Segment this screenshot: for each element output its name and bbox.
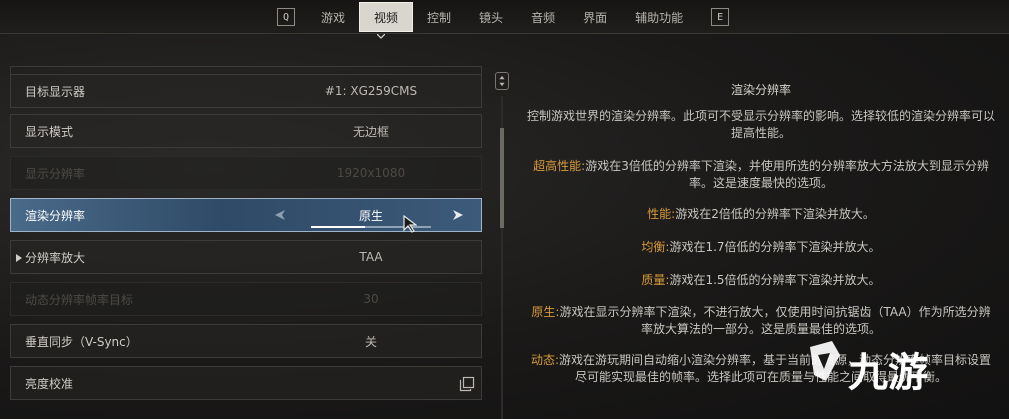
- option-text: 游戏在3倍低的分辨率下渲染，并使用所选的分辨率放大方法放大到显示分辨率。这是速度…: [585, 159, 989, 190]
- tab-audio[interactable]: 音频: [517, 0, 569, 34]
- setting-brightness-calibration[interactable]: 亮度校准: [10, 366, 482, 400]
- description-option-native: 原生:游戏在显示分辨率下渲染，不进行放大，仅使用时间抗锯齿（TAA）作为所选分辨…: [526, 304, 996, 338]
- tab-game[interactable]: 游戏: [307, 0, 359, 34]
- tab-video[interactable]: 视频: [359, 2, 414, 32]
- setting-resolution-upscaling[interactable]: 分辨率放大 TAA: [10, 240, 482, 274]
- video-settings-list: 目标显示器 #1: XG259CMS 显示模式 无边框 显示分辨率 1920x1…: [8, 66, 488, 419]
- mouse-cursor-icon: [403, 215, 417, 233]
- option-text: 游戏在1.5倍低的分辨率下渲染并放大。: [669, 273, 881, 287]
- next-option-arrow-icon[interactable]: [451, 208, 465, 222]
- setting-display-mode[interactable]: 显示模式 无边框: [10, 114, 482, 148]
- option-keyword: 超高性能:: [533, 159, 586, 173]
- top-nav-bar: Q 游戏 视频 控制 镜头 音频 界面 辅助功能 E: [0, 0, 1009, 34]
- option-keyword: 动态:: [530, 353, 560, 367]
- tab-accessibility[interactable]: 辅助功能: [621, 0, 697, 34]
- scroll-arrows-icon[interactable]: [495, 72, 509, 90]
- option-text: 游戏在显示分辨率下渲染，不进行放大，仅使用时间抗锯齿（TAA）作为所选分辨率放大…: [559, 305, 991, 336]
- settings-tabs: Q 游戏 视频 控制 镜头 音频 界面 辅助功能 E: [275, 0, 741, 34]
- tab-controls[interactable]: 控制: [413, 0, 465, 34]
- setting-vsync[interactable]: 垂直同步（V-Sync） 关: [10, 324, 482, 358]
- setting-label: 亮度校准: [25, 376, 74, 391]
- option-text: 游戏在2倍低的分辨率下渲染并放大。: [675, 207, 875, 221]
- option-keyword: 质量:: [641, 273, 670, 287]
- option-text: 游戏在1.7倍低的分辨率下渲染并放大。: [669, 240, 881, 254]
- option-keyword: 性能:: [647, 207, 676, 221]
- prev-tab-key-hint[interactable]: Q: [277, 8, 295, 26]
- list-top-edge: [10, 66, 482, 74]
- tab-interface[interactable]: 界面: [569, 0, 621, 34]
- setting-render-resolution[interactable]: 渲染分辨率 原生: [10, 198, 482, 233]
- watermark-text: 九游: [848, 350, 928, 396]
- description-option-performance: 性能:游戏在2倍低的分辨率下渲染并放大。: [526, 206, 996, 223]
- option-keyword: 均衡:: [641, 240, 670, 254]
- scrollbar-thumb[interactable]: [500, 128, 504, 228]
- description-option-quality: 质量:游戏在1.5倍低的分辨率下渲染并放大。: [526, 272, 996, 289]
- description-title: 渲染分辨率: [730, 83, 791, 97]
- active-tab-caret-icon: [377, 34, 385, 39]
- option-keyword: 原生:: [531, 305, 560, 319]
- setting-target-display[interactable]: 目标显示器 #1: XG259CMS: [10, 74, 482, 108]
- next-tab-key-hint[interactable]: E: [711, 8, 730, 26]
- option-position-fill: [311, 226, 365, 228]
- open-calibration-icon[interactable]: [459, 376, 475, 392]
- tab-camera[interactable]: 镜头: [465, 0, 517, 34]
- setting-display-resolution: 显示分辨率 1920x1080: [10, 156, 482, 190]
- description-intro: 控制游戏世界的渲染分辨率。此项可不受显示分辨率的影响。选择较低的渲染分辨率可以提…: [526, 109, 995, 140]
- description-option-balanced: 均衡:游戏在1.7倍低的分辨率下渲染并放大。: [526, 239, 996, 256]
- setting-dynamic-resolution-target: 动态分辨率帧率目标 30: [10, 282, 482, 316]
- description-option-ultra-performance: 超高性能:游戏在3倍低的分辨率下渲染，并使用所选的分辨率放大方法放大到显示分辨率…: [526, 158, 996, 192]
